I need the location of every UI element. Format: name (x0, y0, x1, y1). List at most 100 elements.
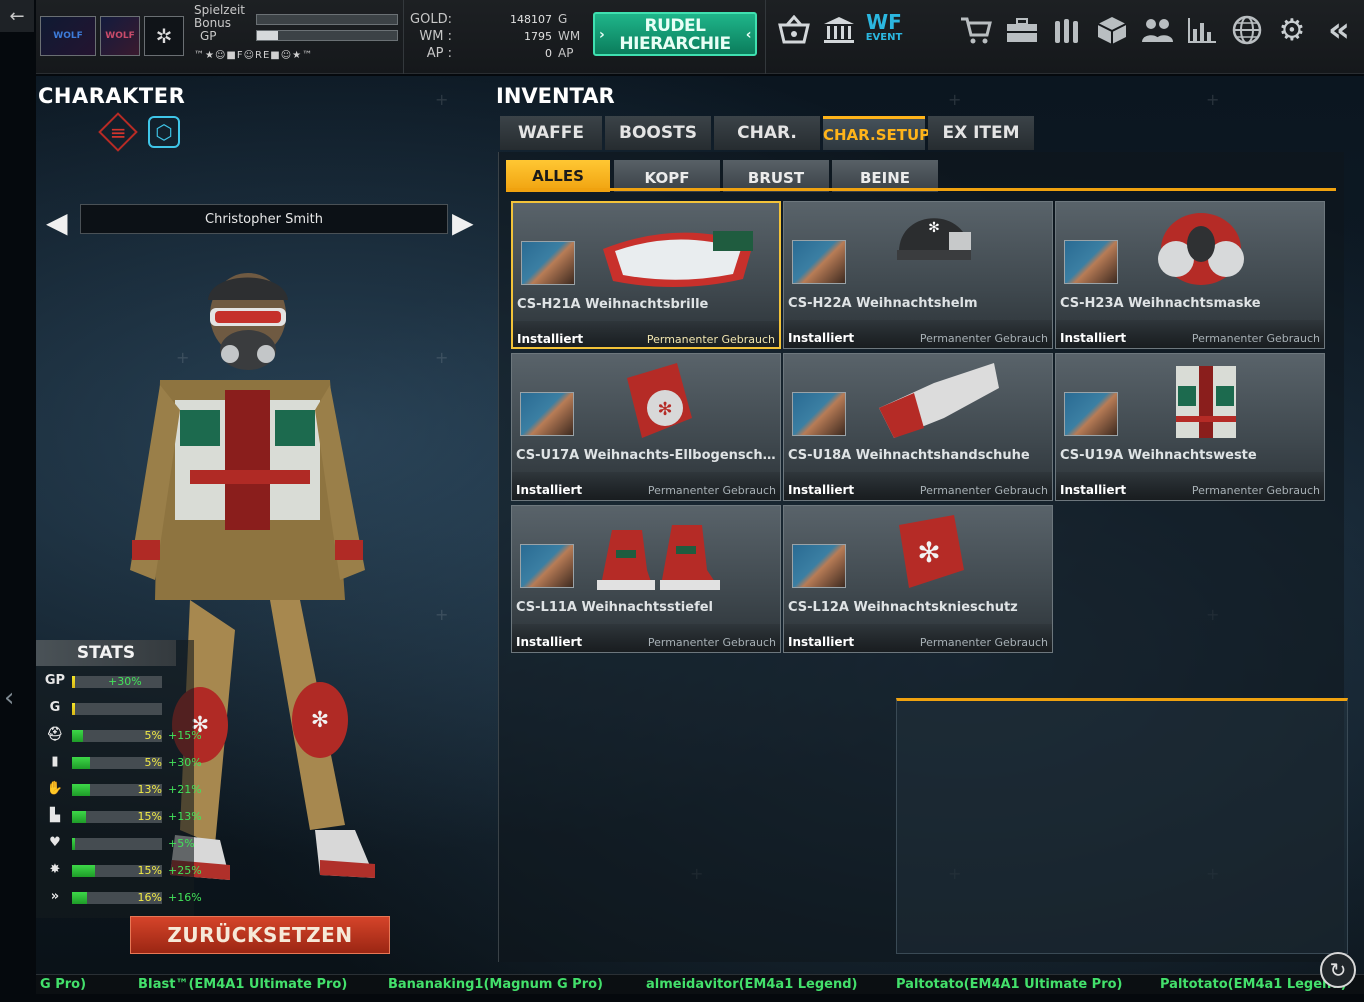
stat-row: ⛑ 5% +15% (44, 727, 224, 744)
stat-value: 13% (137, 783, 162, 796)
toolbox-icon[interactable] (1002, 10, 1042, 50)
next-character-arrow-icon[interactable]: ▶ (452, 206, 474, 239)
stat-bar-fill (72, 676, 75, 688)
ticker-entry: Bananaking1(Magnum G Pro) (388, 977, 603, 992)
wm-label: WM : (419, 29, 452, 44)
tab-boosts[interactable]: BOOSTS (605, 116, 711, 150)
bank-icon[interactable] (819, 10, 859, 50)
stat-bonus: +30% (108, 675, 142, 688)
stat-bar-fill (72, 892, 88, 904)
inventory-item-card[interactable]: ✻ CS-H22A Weihnachtshelm Installiert Perman… (783, 201, 1053, 349)
stat-row: ✸ 15% +25% (44, 862, 224, 879)
currency-units: G WM AP (558, 11, 588, 62)
inventory-item-card[interactable]: ✻ CS-U17A Weihnachts-Ellbogenschu... Insta… (511, 353, 781, 501)
inventory-item-card[interactable]: CS-H21A Weihnachtsbrille Installiert Perma… (511, 201, 781, 349)
stat-bonus: +21% (168, 783, 202, 796)
inventory-item-card[interactable]: CS-H23A Weihnachtsmaske Installiert Perman… (1055, 201, 1325, 349)
item-name: CS-U17A Weihnachts-Ellbogenschu... (516, 448, 778, 463)
news-ticker: G Pro) BIast™(EM4A1 Ultimate Pro) Banana… (36, 974, 1364, 994)
basket-icon[interactable] (774, 10, 814, 50)
boot-icon: ▙ (50, 808, 60, 823)
item-duration: Permanenter Gebrauch (647, 484, 776, 497)
ticker-entry: Paltotato(EM4A1 Ultimate Pro) (896, 977, 1123, 992)
rudel-hierarchie-button[interactable]: › RUDEL HIERARCHIE ‹ (593, 12, 757, 56)
stat-bar-fill (72, 865, 96, 877)
chevron-left-icon: ‹ (745, 27, 752, 43)
item-duration: Permanenter Gebrauch (1191, 484, 1320, 497)
stat-row: ▮ 5% +30% (44, 754, 224, 771)
friends-icon[interactable] (1137, 10, 1177, 50)
tab-waffe[interactable]: WAFFE (500, 116, 602, 150)
snowflake-icon[interactable]: ✲ (144, 16, 184, 56)
globe-icon[interactable] (1227, 10, 1267, 50)
stat-bonus: +30% (168, 756, 202, 769)
stat-value: 5% (144, 729, 162, 742)
clan-logo[interactable]: WOLF (100, 16, 140, 56)
ticker-entry: Paltotato(EM4a1 Legend) (1160, 977, 1347, 992)
stat-bonus: +5% (168, 837, 195, 850)
event-label: EVENT (865, 32, 903, 43)
character-portrait-icon (521, 241, 575, 285)
stat-bar-fill (72, 730, 83, 742)
subtab-underline (506, 188, 1336, 191)
stat-bonus: +16% (168, 891, 202, 904)
stat-row: ▙ 15% +13% (44, 808, 224, 825)
box-icon[interactable] (1092, 10, 1132, 50)
bonus-bar (256, 14, 398, 25)
decor-plus: + (1206, 90, 1220, 109)
item-status: Installiert (517, 332, 584, 346)
cart-icon[interactable] (956, 10, 996, 50)
character-portrait-icon (1064, 392, 1118, 436)
inventory-item-card[interactable]: CS-U19A Weihnachtsweste Installiert Perman… (1055, 353, 1325, 501)
bullets-icon[interactable] (1047, 10, 1087, 50)
glove-icon: ✋ (46, 781, 64, 796)
inventory-item-card[interactable]: CS-L11A Weihnachtsstiefel Installiert Perm… (511, 505, 781, 653)
g-icon: G (49, 700, 61, 715)
stats-panel: STATS GP +30% G ⛑ 5% +15% ▮ 5% +30% ✋ 13% +21% ▙ 15% +… (36, 640, 202, 918)
item-name: CS-L11A Weihnachtsstiefel (516, 600, 713, 615)
heart-icon: ♥ (49, 835, 61, 850)
stat-bonus: +15% (168, 729, 202, 742)
refresh-icon[interactable]: ↻ (1320, 952, 1356, 988)
tab-char-setup[interactable]: CHAR.SETUP (823, 116, 930, 150)
back-button[interactable]: ← (0, 0, 34, 32)
item-status: Installiert (516, 483, 583, 497)
wm-unit: WM (558, 29, 581, 43)
burst-icon: ✸ (49, 862, 61, 877)
inventory-item-card[interactable]: ✻ CS-L12A Weihnachtsknieschutz Installiert… (783, 505, 1053, 653)
item-status: Installiert (516, 635, 583, 649)
gp-bar (256, 30, 398, 41)
player-info: Spielzeit Bonus GP (194, 4, 245, 43)
game-logo: WOLF (40, 16, 96, 56)
item-duration: Permanenter Gebrauch (1191, 332, 1320, 345)
tab-char[interactable]: CHAR. (714, 116, 820, 150)
character-portrait-icon (520, 392, 574, 436)
speed-icon: » (50, 889, 60, 904)
stat-bar-fill (72, 703, 75, 715)
ap-unit: AP (558, 46, 574, 60)
chevron-right-icon: › (599, 27, 605, 43)
stat-bar (72, 703, 162, 715)
side-collapse-chevron-icon[interactable]: ‹ (4, 683, 14, 713)
stat-value: 16% (137, 891, 162, 904)
stat-value: 15% (137, 810, 162, 823)
tab-ex-item[interactable]: EX ITEM (928, 116, 1034, 150)
prev-character-arrow-icon[interactable]: ◀ (46, 206, 68, 239)
back-arrow-icon: ← (9, 5, 25, 27)
event-button[interactable]: WF EVENT (864, 10, 904, 50)
ap-label: AP : (426, 46, 452, 61)
bar-chart-icon[interactable] (1182, 10, 1222, 50)
inventory-title: INVENTAR (496, 84, 615, 108)
stat-bar-fill (72, 784, 90, 796)
reset-button[interactable]: ZURÜCKSETZEN (130, 916, 390, 954)
gear-icon[interactable]: ⚙ (1272, 10, 1312, 50)
helmet-icon: ⛑ (46, 727, 64, 742)
item-status: Installiert (788, 635, 855, 649)
medic-class-icon[interactable]: ⬡ (148, 116, 180, 148)
double-chevron-left-icon[interactable]: « (1319, 10, 1359, 50)
item-status: Installiert (788, 483, 855, 497)
item-status: Installiert (1060, 331, 1127, 345)
item-status: Installiert (1060, 483, 1127, 497)
inventory-item-card[interactable]: CS-U18A Weihnachtshandschuhe Installiert P… (783, 353, 1053, 501)
rudel-label-line1: RUDEL (644, 16, 706, 36)
